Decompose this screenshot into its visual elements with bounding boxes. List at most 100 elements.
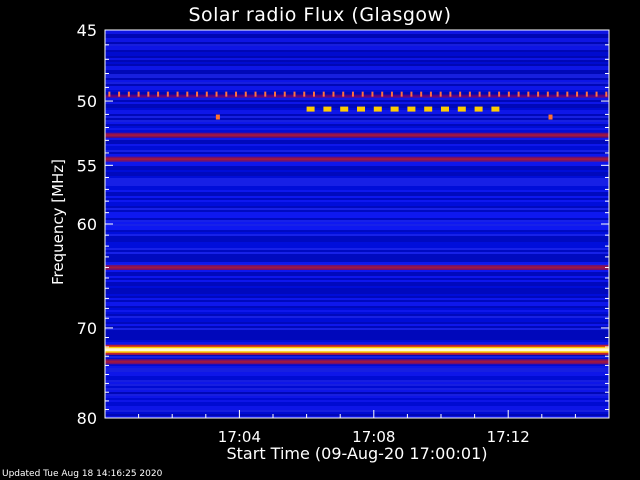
band-spike (127, 91, 130, 97)
noise-stripe (105, 52, 609, 54)
noise-stripe (105, 342, 609, 344)
band-spike (478, 91, 481, 97)
band-dash (407, 106, 416, 112)
band-spike (137, 91, 140, 97)
noise-stripe (105, 272, 609, 274)
noise-stripe (105, 114, 609, 116)
noise-stripe (105, 306, 609, 308)
noise-stripe (105, 206, 609, 208)
noise-stripe (105, 182, 609, 184)
noise-stripe (105, 168, 609, 170)
noise-stripe (105, 280, 609, 282)
noise-stripe (105, 112, 609, 114)
noise-stripe (105, 124, 609, 126)
noise-stripe (105, 334, 609, 336)
band-spike (429, 91, 432, 97)
noise-stripe (105, 372, 609, 374)
band-spike (108, 91, 111, 97)
band-spike (527, 91, 530, 97)
noise-stripe (105, 288, 609, 290)
noise-stripe (105, 238, 609, 240)
noise-stripe (105, 234, 609, 236)
noise-stripe (105, 162, 609, 164)
noise-stripe (105, 172, 609, 174)
y-tick-label: 55 (77, 156, 97, 175)
noise-stripe (105, 326, 609, 328)
band-spike (176, 91, 179, 97)
noise-stripe (105, 390, 609, 392)
noise-stripe (105, 120, 609, 122)
noise-stripe (105, 200, 609, 202)
band-spike (118, 91, 121, 97)
band-spike (595, 91, 598, 97)
noise-stripe (105, 406, 609, 408)
noise-stripe (105, 190, 609, 192)
band-spike (225, 91, 228, 97)
noise-stripe (105, 128, 609, 130)
noise-stripe (105, 210, 609, 212)
band-spike (449, 91, 452, 97)
band-spike (410, 91, 413, 97)
noise-stripe (105, 328, 609, 330)
noise-stripe (105, 316, 609, 318)
noise-stripe (105, 338, 609, 340)
noise-stripe (105, 410, 609, 412)
noise-stripe (105, 236, 609, 238)
band-medium-core (105, 360, 609, 363)
band-spiky-base (105, 94, 609, 98)
noise-stripe (105, 322, 609, 324)
noise-stripe (105, 72, 609, 74)
noise-stripe (105, 368, 609, 370)
band-spike (293, 91, 296, 97)
noise-stripe (105, 174, 609, 176)
x-tick-label: 17:12 (487, 428, 530, 446)
noise-stripe (105, 154, 609, 156)
band-spike (459, 91, 462, 97)
noise-stripe (105, 374, 609, 376)
noise-stripe (105, 130, 609, 132)
noise-stripe (105, 404, 609, 406)
noise-stripe (105, 142, 609, 144)
noise-stripe (105, 74, 609, 76)
noise-stripe (105, 262, 609, 264)
band-spike (166, 91, 169, 97)
noise-stripe (105, 150, 609, 152)
band-spike (361, 91, 364, 97)
band-dash (357, 106, 365, 112)
y-tick-label: 80 (77, 409, 97, 428)
band-dash (390, 106, 399, 112)
noise-stripe (105, 216, 609, 218)
noise-stripe (105, 40, 609, 42)
noise-stripe (105, 42, 609, 44)
noise-stripe (105, 376, 609, 378)
noise-stripe (105, 240, 609, 242)
band-spike (468, 91, 471, 97)
noise-stripe (105, 50, 609, 52)
noise-stripe (105, 202, 609, 204)
noise-stripe (105, 332, 609, 334)
band-spike (420, 91, 423, 97)
noise-stripe (105, 370, 609, 372)
noise-stripe (105, 62, 609, 64)
noise-stripe (105, 188, 609, 190)
band-spike (585, 91, 588, 97)
y-tick-label: 70 (77, 319, 97, 338)
noise-stripe (105, 208, 609, 210)
noise-stripe (105, 294, 609, 296)
noise-stripe (105, 68, 609, 70)
band-spike (342, 91, 345, 97)
band-spike (235, 91, 238, 97)
band-dash (373, 106, 382, 112)
noise-stripe (105, 278, 609, 280)
burst-dot (548, 114, 553, 120)
noise-stripe (105, 252, 609, 254)
noise-stripe (105, 396, 609, 398)
noise-stripe (105, 302, 609, 304)
noise-stripe (105, 290, 609, 292)
noise-stripe (105, 244, 609, 246)
band-spike (157, 91, 160, 97)
noise-stripe (105, 122, 609, 124)
noise-stripe (105, 388, 609, 390)
noise-stripe (105, 204, 609, 206)
band-dash (306, 106, 315, 112)
